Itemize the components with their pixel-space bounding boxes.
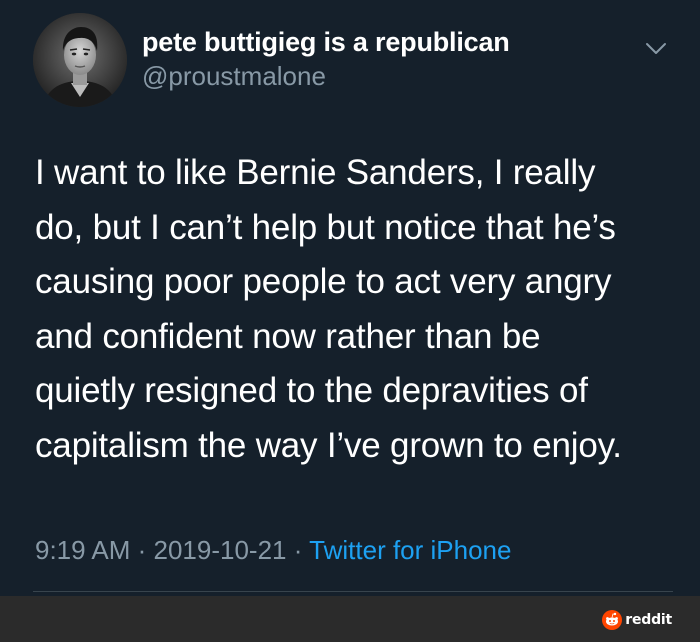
meta-separator: · (130, 535, 154, 565)
tweet-text: I want to like Bernie Sanders, I really … (35, 146, 675, 473)
divider (33, 591, 673, 592)
meta-separator: · (286, 535, 310, 565)
tweet-text-line: and confident now rather than be (35, 316, 541, 356)
avatar[interactable] (33, 13, 127, 107)
display-name[interactable]: pete buttigieg is a republican (142, 27, 510, 58)
tweet-date[interactable]: 2019-10-21 (154, 535, 287, 565)
tweet-card: pete buttigieg is a republican @proustma… (0, 0, 700, 596)
reddit-logo-icon (602, 610, 623, 630)
profile-photo (33, 13, 127, 107)
tweet-meta: 9:19 AM · 2019-10-21 · Twitter for iPhon… (35, 535, 511, 566)
reddit-wordmark: reddit (625, 612, 672, 628)
tweet-text-line: causing poor people to act very angry (35, 262, 612, 301)
chevron-down-icon[interactable] (643, 38, 669, 58)
user-handle[interactable]: @proustmalone (142, 61, 326, 92)
tweet-time[interactable]: 9:19 AM (35, 535, 130, 565)
tweet-text-line: quietly resigned to the depravities of (35, 371, 588, 410)
tweet-source-link[interactable]: Twitter for iPhone (309, 535, 511, 565)
tweet-text-line: I want to like Bernie Sanders, I really (35, 153, 596, 192)
tweet-text-line: do, but I can’t help but notice that he’… (35, 207, 616, 247)
watermark-bar: reddit (0, 596, 700, 642)
tweet-text-line: capitalism the way I’ve grown to enjoy. (35, 425, 622, 465)
reddit-watermark: reddit (602, 610, 672, 630)
